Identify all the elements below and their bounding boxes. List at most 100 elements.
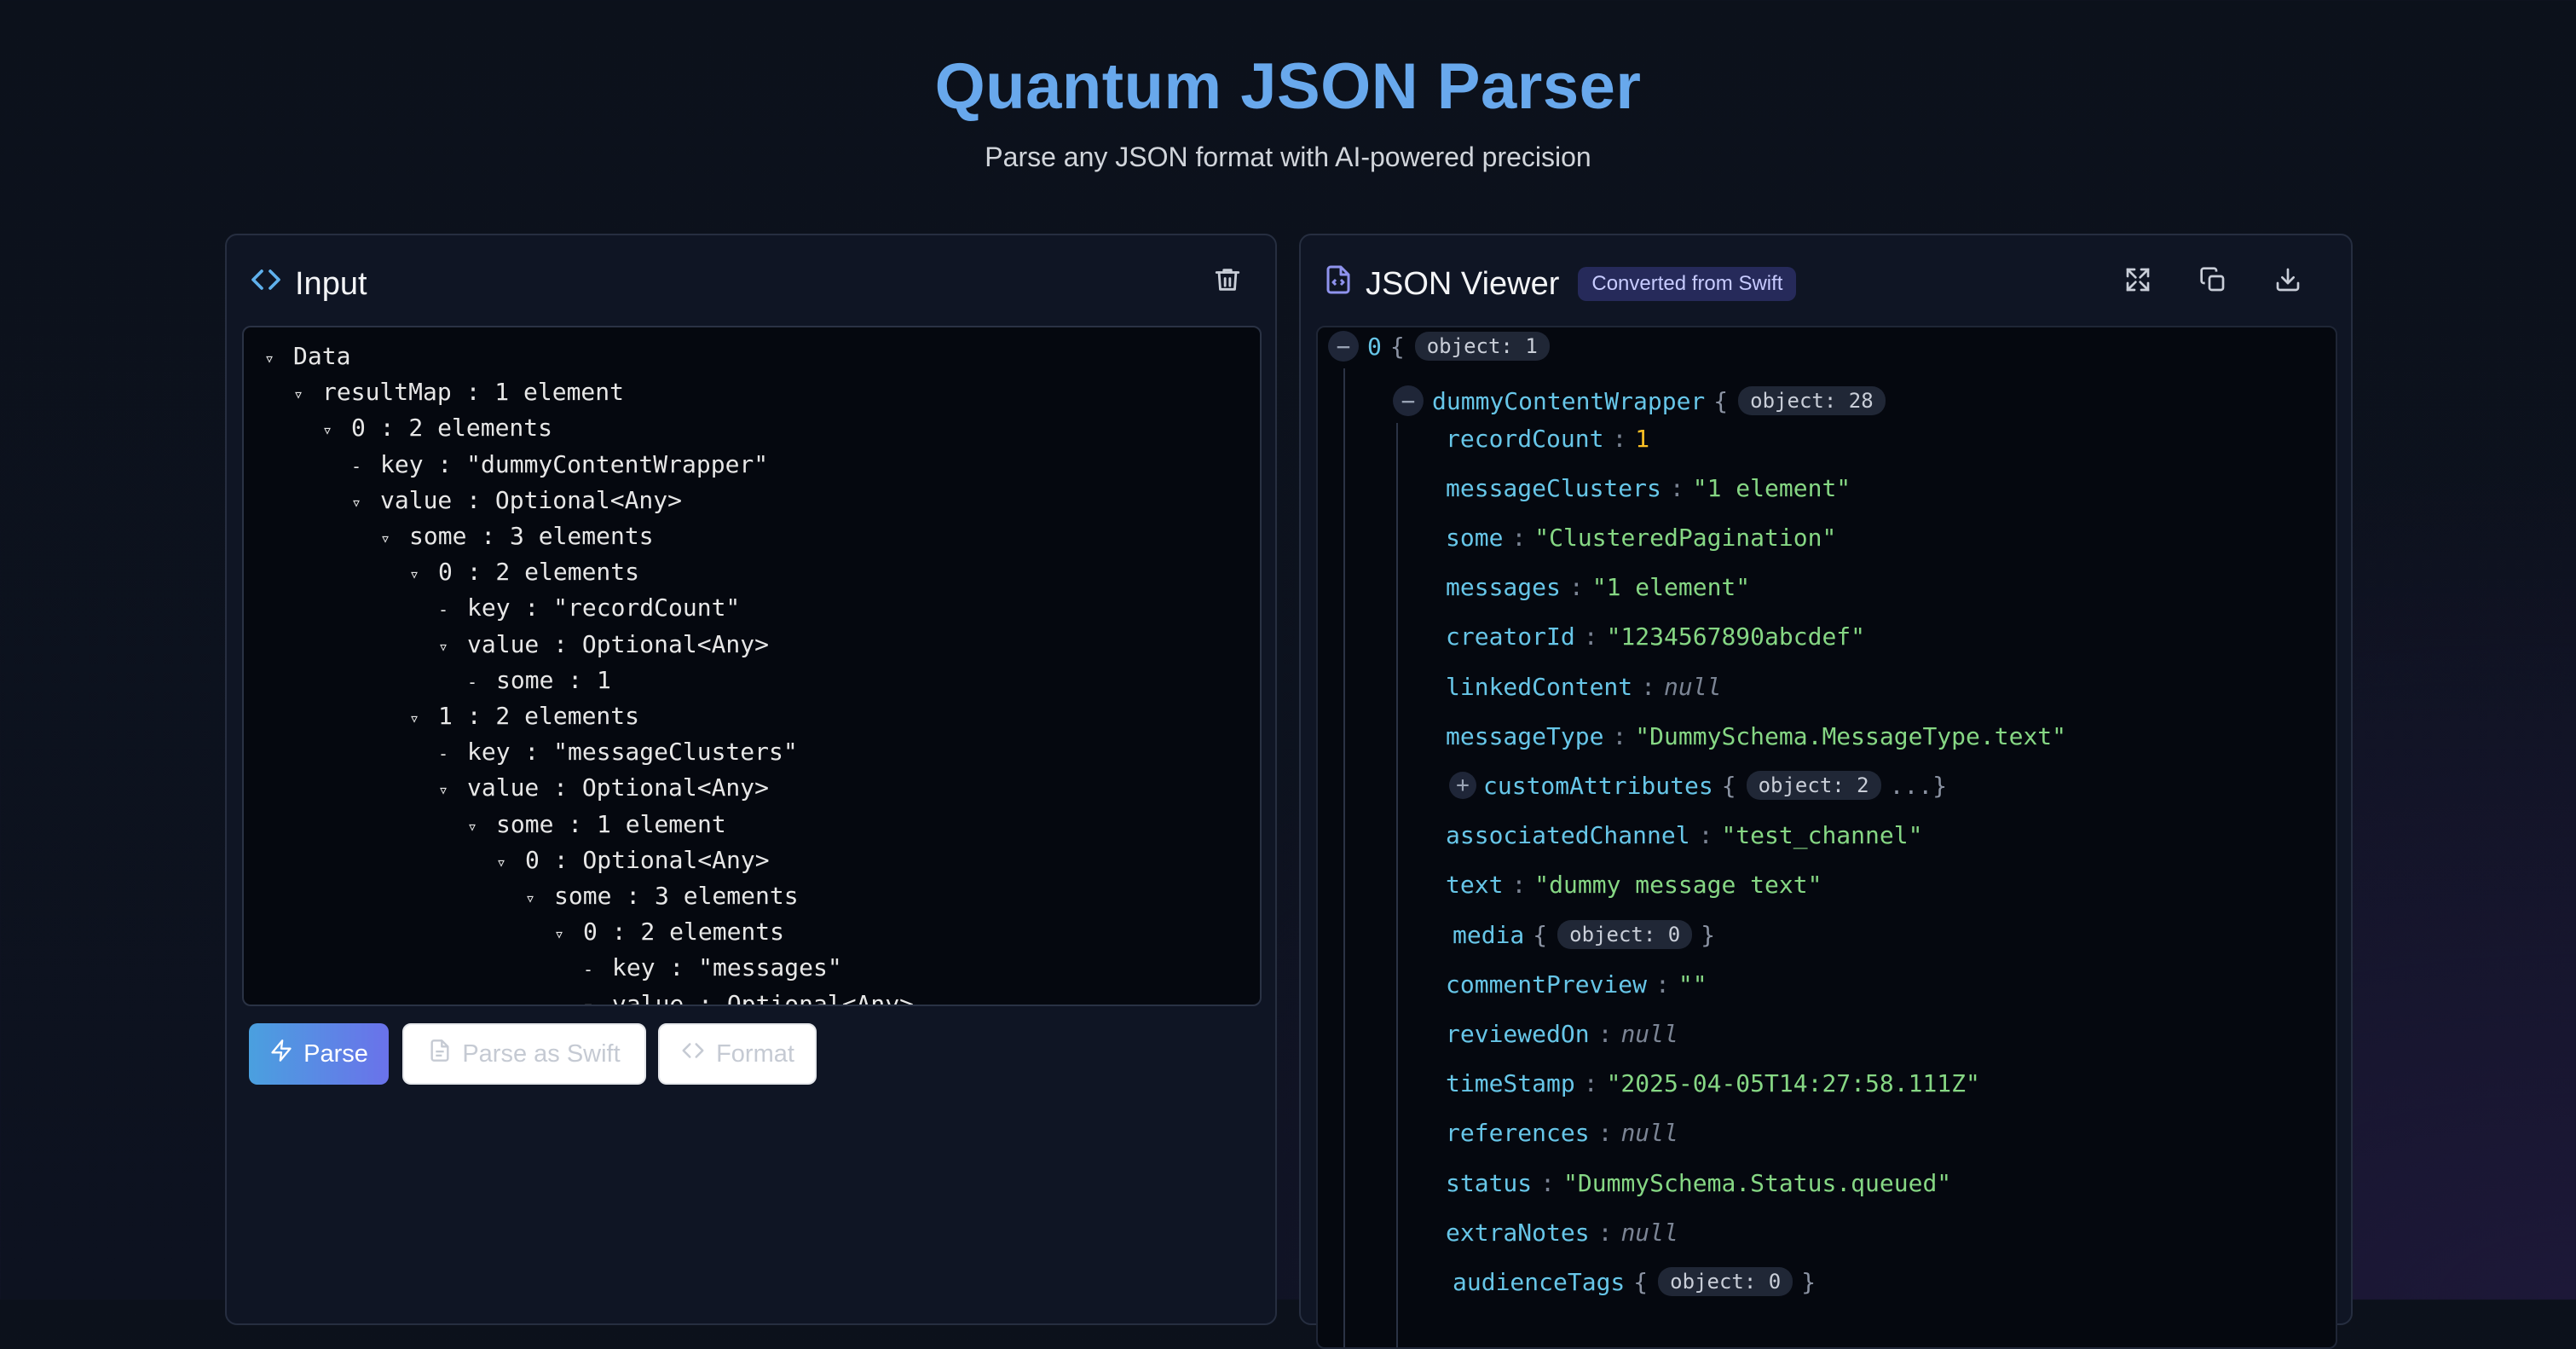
input-tree-line: ▿ Data	[244, 339, 914, 375]
colon: :	[1669, 473, 1684, 502]
page-title: Quantum JSON Parser	[934, 50, 1642, 123]
node-key: dummyContentWrapper	[1432, 386, 1706, 415]
node-value: null	[1620, 1119, 1678, 1148]
tree-node-row: extraNotes: null	[1446, 1213, 1678, 1251]
disclosure-triangle-icon: ▿	[264, 348, 275, 368]
node-key: status	[1446, 1168, 1533, 1197]
node-value: "1 element"	[1692, 473, 1851, 502]
node-value: null	[1620, 1019, 1678, 1048]
input-tree-line: ▿ 0 : 2 elements	[244, 555, 914, 591]
parse-button-label: Parse	[303, 1039, 368, 1068]
tree-node-row: commentPreview: ""	[1446, 965, 1707, 1003]
disclosure-triangle-icon: ▿	[351, 491, 362, 512]
json-input[interactable]: ▿ Data ▿ resultMap : 1 element ▿ 0 : 2 elemen…	[242, 326, 1262, 1006]
input-tree-line: ▿ value : Optional<Any>	[244, 987, 914, 1006]
tree-node-row: + customAttributes {object: 2...}	[1449, 767, 1947, 804]
parse-as-swift-button[interactable]: Parse as Swift	[402, 1023, 646, 1085]
json-file-icon	[1323, 263, 1354, 305]
colon: :	[1568, 573, 1584, 602]
input-tree-line: ▿ value : Optional<Any>	[244, 771, 914, 807]
disclosure-triangle-icon: ▿	[583, 995, 594, 1006]
input-tree-text: value : Optional<Any>	[467, 773, 770, 802]
tree-node-row: associatedChannel: "test_channel"	[1446, 817, 1922, 854]
expand-toggle[interactable]: +	[1449, 772, 1476, 800]
colon: :	[1612, 424, 1627, 453]
node-key: extraNotes	[1446, 1218, 1590, 1247]
tree-node-row: messageClusters: "1 element"	[1446, 469, 1851, 507]
brace: {	[1633, 1267, 1649, 1296]
node-key: creatorId	[1446, 622, 1575, 651]
page-subtitle: Parse any JSON format with AI-powered pr…	[985, 142, 1591, 172]
colon: :	[1540, 1168, 1556, 1197]
input-tree-text: key : "recordCount"	[467, 593, 741, 622]
format-button-label: Format	[716, 1039, 794, 1068]
input-tree-line: ▿ some : 3 elements	[244, 519, 914, 555]
node-value: "test_channel"	[1721, 821, 1923, 850]
clear-button[interactable]	[1205, 259, 1250, 304]
object-count-badge: object: 2	[1746, 771, 1881, 801]
input-tree-line: ▿ 0 : 2 elements	[244, 915, 914, 951]
node-key: linkedContent	[1446, 672, 1633, 701]
node-value: "2025-04-05T14:27:58.111Z"	[1606, 1069, 1980, 1098]
input-tree-text: key : "messageClusters"	[467, 738, 798, 767]
input-tree-line: ▿ some : 3 elements	[244, 879, 914, 915]
collapse-toggle[interactable]: −	[1393, 385, 1424, 416]
collapse-toggle[interactable]: −	[1328, 331, 1359, 362]
parse-button[interactable]: Parse	[249, 1023, 389, 1085]
node-value: "1234567890abcdef"	[1606, 622, 1866, 651]
expand-button[interactable]	[2116, 259, 2160, 304]
object-count-badge: object: 0	[1658, 1267, 1793, 1297]
node-key: reviewedOn	[1446, 1019, 1590, 1048]
node-value: 1	[1635, 424, 1650, 453]
input-tree-text: 0 : 2 elements	[438, 558, 640, 587]
input-tree-text: some : 3 elements	[409, 522, 654, 551]
input-tree-line: ▿ value : Optional<Any>	[244, 483, 914, 519]
node-key: some	[1446, 523, 1504, 552]
colon: :	[1641, 672, 1656, 701]
tree-node-row: linkedContent: null	[1446, 668, 1721, 705]
disclosure-triangle-icon: ▿	[322, 420, 333, 441]
node-key: timeStamp	[1446, 1069, 1575, 1098]
code-icon	[680, 1038, 706, 1070]
disclosure-triangle-icon: ▿	[467, 815, 478, 837]
tree-node-row: text: "dummy message text"	[1446, 866, 1822, 904]
download-button[interactable]	[2266, 259, 2310, 304]
input-tree: ▿ Data ▿ resultMap : 1 element ▿ 0 : 2 elemen…	[244, 339, 914, 1006]
brace: {	[1389, 332, 1405, 361]
tree-node-row: messages: "1 element"	[1446, 569, 1750, 606]
disclosure-triangle-icon: ▿	[438, 635, 449, 657]
json-viewer-panel: JSON Viewer Converted from Swift − 0 { o…	[1299, 234, 2353, 1349]
copy-icon	[2199, 266, 2227, 298]
tree-node-row: status: "DummySchema.Status.queued"	[1446, 1164, 1951, 1201]
colon: :	[1583, 1069, 1598, 1098]
input-tree-text: 0 : 2 elements	[583, 918, 785, 947]
input-tree-line: ▿ 0 : Optional<Any>	[244, 843, 914, 879]
maximize-icon	[2124, 266, 2151, 298]
brace: }	[1801, 1267, 1816, 1296]
tree-guide	[1396, 423, 1398, 1347]
tree-node-row: reviewedOn: null	[1446, 1015, 1678, 1052]
node-key: messageClusters	[1446, 473, 1661, 502]
node-value: "1 element"	[1591, 573, 1751, 602]
colon: :	[1612, 721, 1627, 750]
colon: :	[1597, 1119, 1613, 1148]
tree-node-row: references: null	[1446, 1115, 1678, 1152]
dash-marker: -	[351, 455, 362, 477]
node-key: media	[1453, 920, 1525, 949]
input-tree-line: - key : "messageClusters"	[244, 735, 914, 771]
node-value: "dummy message text"	[1534, 871, 1822, 900]
input-tree-text: some : 1	[496, 665, 611, 694]
input-tree-line: ▿ some : 1 element	[244, 808, 914, 843]
input-tree-line: ▿ resultMap : 1 element	[244, 375, 914, 411]
input-tree-line: - key : "recordCount"	[244, 591, 914, 627]
format-button[interactable]: Format	[658, 1023, 817, 1085]
input-tree-text: key : "messages"	[612, 953, 842, 982]
input-tree-text: value : Optional<Any>	[467, 629, 770, 658]
dash-marker: -	[438, 599, 449, 621]
copy-button[interactable]	[2191, 259, 2235, 304]
dash-marker: -	[438, 744, 449, 765]
colon: :	[1655, 970, 1670, 999]
node-value: "DummySchema.MessageType.text"	[1635, 721, 2067, 750]
disclosure-triangle-icon: ▿	[380, 528, 391, 549]
tree-node-row: timeStamp: "2025-04-05T14:27:58.111Z"	[1446, 1065, 1980, 1103]
